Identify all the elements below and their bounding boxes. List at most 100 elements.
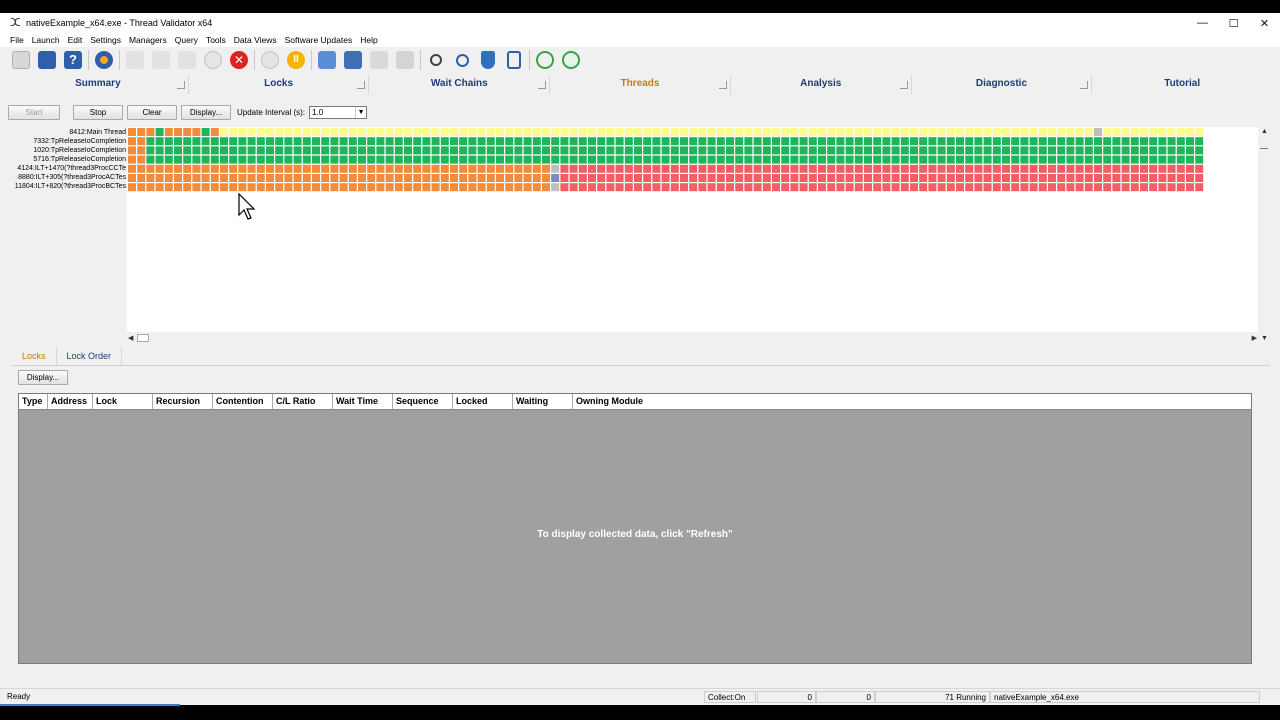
stop-button[interactable]: Stop [73,104,123,120]
tab-lock-order[interactable]: Lock Order [57,347,123,365]
menu-settings[interactable]: Settings [86,33,125,47]
column-header[interactable]: Recursion [153,394,213,409]
display-button[interactable]: Display... [181,104,231,120]
minimize-button[interactable]: — [1187,13,1218,33]
thread-name[interactable]: 1020:TpReleaseIoCompletion [8,146,128,155]
thread-name[interactable]: 4124:ILT+1470(?thread3ProcCCTe [8,164,128,173]
thread-state-cell [818,183,826,192]
thread-name[interactable]: 8412:Main Thread [8,128,128,137]
find-object-icon[interactable] [451,49,473,71]
thread-state-cell [799,183,808,192]
tab-diagnostic[interactable]: Diagnostic [912,75,1093,94]
stop-icon[interactable]: ✕ [228,49,250,71]
thread-state-cell [606,174,615,182]
thread-state-cell [900,183,909,192]
chevron-down-icon[interactable]: ▼ [355,106,366,118]
thread-state-cell [256,137,265,146]
scroll-thumb[interactable] [1260,139,1268,149]
pause-icon[interactable]: II [285,49,307,71]
menu-file[interactable]: File [6,33,28,47]
lower-display-button[interactable]: Display... [18,370,68,385]
thread-state-cell [247,137,256,146]
find-icon[interactable] [425,49,447,71]
book-icon[interactable] [503,49,525,71]
thread-timeline[interactable] [127,127,1258,332]
add-folder-icon[interactable] [316,49,338,71]
start-button[interactable]: Start [8,104,60,120]
thread-state-cell [477,128,486,136]
thread-name[interactable]: 7332:TpReleaseIoCompletion [8,137,128,146]
column-header[interactable]: Lock [93,394,153,409]
column-header[interactable]: Waiting [513,394,573,409]
window-title: nativeExample_x64.exe - Thread Validator… [26,18,213,28]
scroll-thumb[interactable] [137,334,149,342]
inject-icon[interactable] [150,49,172,71]
tab-threads[interactable]: Threads [550,75,731,94]
launch-icon[interactable] [124,49,146,71]
thread-state-cell [716,174,725,182]
column-header[interactable]: Wait Time [333,394,393,409]
scroll-down-icon[interactable]: ▼ [1261,335,1268,342]
menu-help[interactable]: Help [356,33,381,47]
thread-state-cell [1048,164,1056,173]
thread-state-cell [339,128,348,136]
save-icon[interactable] [36,49,58,71]
thread-state-cell [900,155,909,164]
toolbar-separator [420,50,421,70]
scroll-right-icon[interactable]: ▶ [1252,334,1257,342]
menu-tools[interactable]: Tools [202,33,230,47]
menu-managers[interactable]: Managers [125,33,171,47]
thread-state-cell [946,183,955,192]
menu-software-updates[interactable]: Software Updates [281,33,357,47]
menu-launch[interactable]: Launch [28,33,64,47]
horizontal-scrollbar[interactable]: ◀ ▶ [127,333,1258,343]
column-header[interactable]: Contention [213,394,273,409]
refresh-icon[interactable] [534,49,556,71]
tab-wait-chains[interactable]: Wait Chains [369,75,551,94]
thread-name[interactable]: 5716:TpReleaseIoCompletion [8,155,128,164]
shield-icon[interactable] [477,49,499,71]
tab-locks[interactable]: Locks [189,75,370,94]
tab-tutorial[interactable]: Tutorial [1092,75,1272,94]
thread-name[interactable]: 8880:ILT+305(?thread3ProcACTes [8,173,128,182]
thread-state-cell [201,137,210,146]
menu-query[interactable]: Query [171,33,202,47]
tab-locks-lower[interactable]: Locks [12,347,57,365]
scroll-up-icon[interactable]: ▲ [1261,128,1268,135]
thread-state-cell [1186,183,1194,192]
column-header[interactable]: C/L Ratio [273,394,333,409]
scroll-left-icon[interactable]: ◀ [128,334,133,342]
thread-state-cell [486,155,495,164]
menu-data-views[interactable]: Data Views [230,33,281,47]
factory-icon[interactable] [394,49,416,71]
menu-edit[interactable]: Edit [64,33,87,47]
monitor-icon[interactable] [176,49,198,71]
open-icon[interactable] [10,49,32,71]
vertical-scrollbar[interactable]: ▲ ▼ [1258,127,1270,343]
thread-state-cell [284,155,293,164]
update-interval-select[interactable]: 1.0 ▼ [309,105,368,119]
thread-state-cell [698,146,707,155]
group-icon[interactable] [368,49,390,71]
thread-state-cell [348,128,357,136]
column-header[interactable]: Type [19,394,48,409]
help-icon[interactable]: ? [62,49,84,71]
status-value-2: 0 [816,691,875,703]
thread-name[interactable]: 11804:ILT+820(?thread3ProcBCTes [8,182,128,191]
thread-state-cell [514,137,523,146]
timer-icon[interactable] [202,49,224,71]
settings-gear-icon[interactable] [93,49,115,71]
tab-summary[interactable]: Summary [8,75,189,94]
column-header[interactable]: Sequence [393,394,453,409]
close-button[interactable]: ✕ [1249,13,1280,33]
tab-analysis[interactable]: Analysis [731,75,912,94]
maximize-button[interactable]: ☐ [1218,13,1249,33]
thread-state-cell [983,146,992,155]
auto-refresh-icon[interactable] [560,49,582,71]
column-header[interactable]: Locked [453,394,513,409]
column-header[interactable]: Owning Module [573,394,1251,409]
column-header[interactable]: Address [48,394,93,409]
bookmark-icon[interactable] [342,49,364,71]
play-icon[interactable] [259,49,281,71]
clear-button[interactable]: Clear [127,104,177,120]
